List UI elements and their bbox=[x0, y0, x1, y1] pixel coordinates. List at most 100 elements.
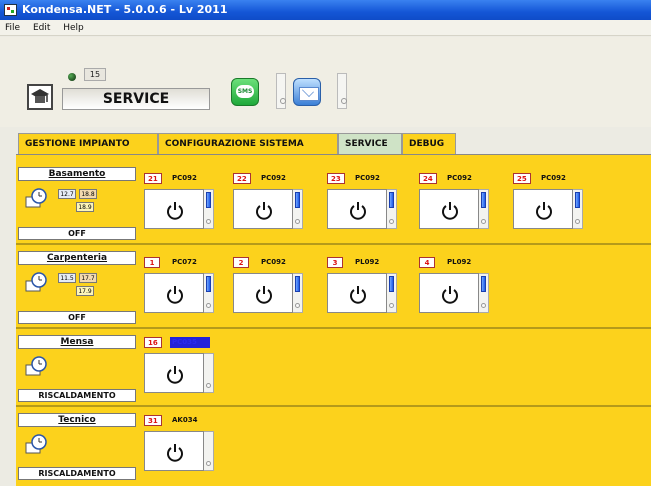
power-icon bbox=[442, 202, 458, 220]
power-button[interactable] bbox=[327, 273, 387, 313]
zone-name[interactable]: Tecnico bbox=[18, 413, 136, 427]
unit-card: 22 PC092 bbox=[233, 173, 317, 229]
tab-service[interactable]: SERVICE bbox=[338, 133, 402, 155]
mode-display: SERVICE bbox=[62, 88, 210, 110]
unit-number: 25 bbox=[513, 173, 531, 184]
title-bar: Kondensa.NET - 5.0.0.6 - Lv 2011 bbox=[0, 0, 651, 20]
zone-name[interactable]: Carpenteria bbox=[18, 251, 136, 265]
unit-card: 2 PC092 bbox=[233, 257, 317, 313]
unit-card: 31 AK034 bbox=[144, 415, 228, 471]
unit-number: 1 bbox=[144, 257, 160, 268]
menu-help[interactable]: Help bbox=[63, 23, 84, 33]
power-icon bbox=[167, 444, 183, 462]
unit-number: 21 bbox=[144, 173, 162, 184]
power-button[interactable] bbox=[144, 353, 204, 393]
sms-label: SMS bbox=[236, 85, 254, 98]
unit-model: PC092 bbox=[261, 174, 286, 182]
menu-file[interactable]: File bbox=[5, 23, 20, 33]
unit-number: 23 bbox=[327, 173, 345, 184]
power-icon bbox=[167, 366, 183, 384]
unit-model: AK034 bbox=[172, 416, 198, 424]
clock-icon[interactable] bbox=[24, 433, 50, 455]
unit-model: PC092 bbox=[447, 174, 472, 182]
unit-slider[interactable] bbox=[293, 273, 303, 313]
sms-icon[interactable]: SMS bbox=[231, 78, 259, 106]
tab-gestione-impianto[interactable]: GESTIONE IMPIANTO bbox=[18, 133, 158, 156]
power-button[interactable] bbox=[419, 273, 479, 313]
menu-edit[interactable]: Edit bbox=[33, 23, 50, 33]
unit-model: PC035 bbox=[170, 337, 210, 348]
clock-icon[interactable] bbox=[24, 271, 50, 293]
zone-mensa: Mensa RISCALDAMENTO 16 PC035 bbox=[16, 333, 651, 407]
unit-slider[interactable] bbox=[293, 189, 303, 229]
unit-number: 16 bbox=[144, 337, 162, 348]
unit-slider[interactable] bbox=[204, 189, 214, 229]
zone-state: RISCALDAMENTO bbox=[18, 467, 136, 480]
unit-model: PC072 bbox=[172, 258, 197, 266]
unit-number: 31 bbox=[144, 415, 162, 426]
unit-number: 3 bbox=[327, 257, 343, 268]
unit-number: 22 bbox=[233, 173, 251, 184]
unit-slider[interactable] bbox=[204, 273, 214, 313]
power-button[interactable] bbox=[233, 189, 293, 229]
power-button[interactable] bbox=[144, 431, 204, 471]
window-title: Kondensa.NET - 5.0.0.6 - Lv 2011 bbox=[22, 3, 228, 16]
power-icon bbox=[167, 286, 183, 304]
zone-tecnico: Tecnico RISCALDAMENTO 31 AK034 bbox=[16, 411, 651, 485]
unit-slider[interactable] bbox=[204, 431, 214, 471]
counter-display: 15 bbox=[84, 68, 106, 81]
temp-value-1: 12.7 bbox=[58, 189, 76, 199]
temp-value-2: 18.8 bbox=[79, 189, 97, 199]
unit-model: PL092 bbox=[355, 258, 380, 266]
unit-card: 23 PC092 bbox=[327, 173, 411, 229]
power-icon bbox=[350, 286, 366, 304]
unit-model: PC092 bbox=[172, 174, 197, 182]
menu-bar: File Edit Help bbox=[0, 20, 651, 36]
unit-card: 3 PL092 bbox=[327, 257, 411, 313]
clock-icon[interactable] bbox=[24, 187, 50, 209]
unit-card: 16 PC035 bbox=[144, 337, 228, 393]
unit-card: 25 PC092 bbox=[513, 173, 597, 229]
unit-slider[interactable] bbox=[479, 273, 489, 313]
temp-value-2: 17.7 bbox=[79, 273, 97, 283]
unit-model: PC092 bbox=[355, 174, 380, 182]
power-button[interactable] bbox=[513, 189, 573, 229]
power-icon bbox=[442, 286, 458, 304]
tab-configurazione-sistema[interactable]: CONFIGURAZIONE SISTEMA bbox=[158, 133, 338, 155]
power-button[interactable] bbox=[419, 189, 479, 229]
app-window: Kondensa.NET - 5.0.0.6 - Lv 2011 File Ed… bbox=[0, 0, 651, 486]
clock-icon[interactable] bbox=[24, 355, 50, 377]
unit-card: 21 PC092 bbox=[144, 173, 228, 229]
sms-toggle[interactable] bbox=[276, 73, 286, 109]
temp-value-1: 11.5 bbox=[58, 273, 76, 283]
zone-name[interactable]: Mensa bbox=[18, 335, 136, 349]
unit-slider[interactable] bbox=[204, 353, 214, 393]
power-icon bbox=[536, 202, 552, 220]
unit-model: PC092 bbox=[261, 258, 286, 266]
app-icon bbox=[4, 4, 17, 16]
power-button[interactable] bbox=[233, 273, 293, 313]
zone-name[interactable]: Basamento bbox=[18, 167, 136, 181]
unit-slider[interactable] bbox=[573, 189, 583, 229]
power-button[interactable] bbox=[327, 189, 387, 229]
top-panel bbox=[0, 37, 651, 127]
power-button[interactable] bbox=[144, 189, 204, 229]
zone-basamento: Basamento 12.7 18.8 18.9 OFF 21 PC092 22… bbox=[16, 165, 651, 245]
zone-state: OFF bbox=[18, 227, 136, 240]
unit-model: PC092 bbox=[541, 174, 566, 182]
unit-slider[interactable] bbox=[387, 273, 397, 313]
power-button[interactable] bbox=[144, 273, 204, 313]
zone-state: OFF bbox=[18, 311, 136, 324]
unit-slider[interactable] bbox=[479, 189, 489, 229]
tab-debug[interactable]: DEBUG bbox=[402, 133, 456, 155]
mail-toggle[interactable] bbox=[337, 73, 347, 109]
unit-number: 24 bbox=[419, 173, 437, 184]
mail-icon[interactable] bbox=[293, 78, 321, 106]
graduation-cap-icon[interactable] bbox=[27, 84, 53, 110]
unit-slider[interactable] bbox=[387, 189, 397, 229]
unit-number: 4 bbox=[419, 257, 435, 268]
power-icon bbox=[256, 202, 272, 220]
plant-panel: Basamento 12.7 18.8 18.9 OFF 21 PC092 22… bbox=[16, 154, 651, 486]
zone-carpenteria: Carpenteria 11.5 17.7 17.9 OFF 1 PC072 2… bbox=[16, 249, 651, 329]
power-icon bbox=[350, 202, 366, 220]
